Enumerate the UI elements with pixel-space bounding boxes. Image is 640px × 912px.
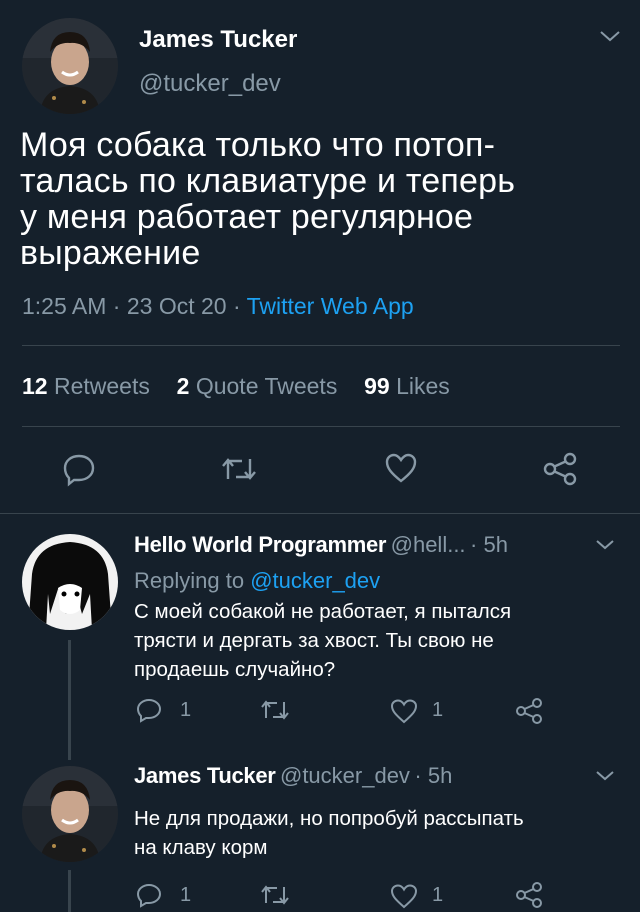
share-icon[interactable]: [514, 696, 544, 726]
reply-text: Не для продажи, но попробуй рассыпать на…: [134, 807, 524, 859]
replying-to-handle[interactable]: @tucker_dev: [250, 568, 380, 593]
likes-count: 99: [364, 373, 390, 399]
quotes-label: Quote Tweets: [195, 373, 338, 399]
thread-line: [68, 640, 71, 760]
reply-header: Hello World Programmer @hell... · 5h: [134, 532, 508, 557]
divider: [22, 345, 620, 346]
replying-to-label: Replying to: [134, 568, 245, 593]
likes-stat[interactable]: 99 Likes: [364, 373, 450, 399]
reply-count: 1: [180, 884, 192, 906]
quotes-stat[interactable]: 2 Quote Tweets: [177, 373, 338, 399]
retweets-stat[interactable]: 12 Retweets: [22, 373, 150, 399]
reply-avatar[interactable]: [22, 534, 118, 630]
replying-to: Replying to @tucker_dev: [134, 568, 380, 594]
reply-age[interactable]: 5h: [428, 763, 452, 788]
like-count: 1: [432, 699, 444, 721]
section-separator: [0, 513, 640, 514]
reply-avatar[interactable]: [22, 766, 118, 862]
author-avatar[interactable]: [22, 18, 118, 114]
divider: [22, 426, 620, 427]
like-icon[interactable]: [384, 452, 418, 484]
tweet-meta: 1:25 AM · 23 Oct 20 · Twitter Web App: [22, 293, 414, 319]
likes-label: Likes: [396, 373, 450, 399]
author-name[interactable]: James Tucker: [139, 26, 297, 54]
quotes-count: 2: [176, 373, 190, 399]
retweet-icon[interactable]: [260, 882, 290, 908]
share-icon[interactable]: [542, 451, 578, 487]
reply-text: С моей собакой не работает, я пытался тр…: [134, 600, 512, 681]
retweets-count: 12: [22, 373, 48, 399]
chevron-down-icon[interactable]: [594, 769, 616, 783]
like-icon[interactable]: [390, 698, 418, 724]
chevron-down-icon[interactable]: [598, 28, 622, 44]
thread-line: [68, 870, 71, 912]
reply-author-name[interactable]: James Tucker: [134, 763, 276, 788]
tweet-source[interactable]: Twitter Web App: [247, 293, 414, 319]
reply-icon[interactable]: [62, 452, 96, 487]
tweet-stats: 12 Retweets 2 Quote Tweets 99 Likes: [22, 373, 450, 400]
reply-icon[interactable]: [136, 882, 162, 908]
tweet-text: Моя собака только что потоп- талась по к…: [20, 126, 516, 272]
retweet-icon[interactable]: [260, 697, 290, 723]
reply-author-name[interactable]: Hello World Programmer: [134, 532, 386, 557]
share-icon[interactable]: [514, 880, 544, 910]
retweet-icon[interactable]: [220, 453, 258, 485]
tweet-date: 23 Oct 20: [126, 293, 227, 319]
author-handle[interactable]: @tucker_dev: [139, 70, 281, 98]
reply-author-handle[interactable]: @hell...: [391, 532, 466, 557]
tweet-time: 1:25 AM: [22, 293, 107, 319]
reply-age[interactable]: 5h: [483, 532, 507, 557]
like-count: 1: [432, 884, 444, 906]
chevron-down-icon[interactable]: [594, 538, 616, 552]
reply-header: James Tucker @tucker_dev · 5h: [134, 763, 453, 788]
reply-icon[interactable]: [136, 697, 162, 723]
retweets-label: Retweets: [53, 373, 150, 399]
reply-author-handle[interactable]: @tucker_dev: [280, 763, 410, 788]
like-icon[interactable]: [390, 883, 418, 909]
reply-count: 1: [180, 699, 192, 721]
